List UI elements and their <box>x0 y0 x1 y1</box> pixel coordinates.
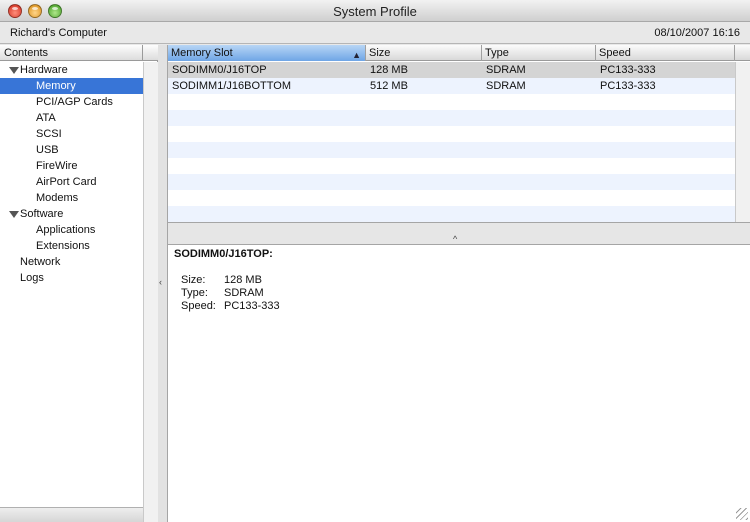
sidebar-item-ata[interactable]: ATA <box>0 110 143 126</box>
contents-header[interactable]: Contents <box>0 45 158 61</box>
sidebar-item-label: USB <box>36 144 59 156</box>
table-row[interactable]: SODIMM0/J16TOP 128 MB SDRAM PC133-333 <box>168 62 735 78</box>
sidebar-item-modems[interactable]: Modems <box>0 190 143 206</box>
sidebar-item-label: ATA <box>36 112 56 124</box>
sidebar-item-label: Extensions <box>36 240 90 252</box>
sidebar-item-applications[interactable]: Applications <box>0 222 143 238</box>
column-header-label: Type <box>485 47 509 59</box>
column-header-type[interactable]: Type <box>482 45 596 61</box>
property-key: Speed: <box>181 300 216 312</box>
sidebar-item-airport-card[interactable]: AirPort Card <box>0 174 143 190</box>
table-cell: SODIMM1/J16BOTTOM <box>172 80 291 92</box>
column-header-label: Size <box>369 47 391 59</box>
disclosure-triangle-icon[interactable] <box>9 211 19 218</box>
sidebar-item-logs[interactable]: Logs <box>0 270 143 286</box>
memory-table: Memory Slot ▲ Size Type Speed SODIMM0/J16TOP… <box>168 45 750 222</box>
sidebar-item-network[interactable]: Network <box>0 254 143 270</box>
table-cell: 512 MB <box>370 80 408 92</box>
contents-tree: Hardware Memory PCI/AGP Cards ATA SCSI USB Fir… <box>0 62 143 286</box>
sidebar-item-label: Hardware <box>20 64 68 76</box>
disclosure-triangle-icon[interactable] <box>9 67 19 74</box>
contents-sidebar: Contents Hardware Memory PCI/AGP Cards ATA S… <box>0 45 158 522</box>
sidebar-item-scsi[interactable]: SCSI <box>0 126 143 142</box>
sidebar-item-label: Logs <box>20 272 44 284</box>
table-cell: SDRAM <box>486 80 526 92</box>
column-header-label: Memory Slot <box>171 47 233 59</box>
column-header-size[interactable]: Size <box>366 45 482 61</box>
detail-pane: SODIMM0/J16TOP: Size: 128 MB Type: SDRAM Spe… <box>168 245 750 522</box>
contents-header-label: Contents <box>4 47 49 59</box>
table-row[interactable]: SODIMM1/J16BOTTOM 512 MB SDRAM PC133-333 <box>168 78 735 94</box>
table-row <box>168 126 735 142</box>
table-row <box>168 206 735 222</box>
sidebar-item-usb[interactable]: USB <box>0 142 143 158</box>
sidebar-item-pci-agp-cards[interactable]: PCI/AGP Cards <box>0 94 143 110</box>
table-cell: 128 MB <box>370 64 408 76</box>
computer-name: Richard's Computer <box>10 27 107 39</box>
sidebar-horizontal-scrollbar[interactable] <box>0 507 143 522</box>
info-bar: Richard's Computer 08/10/2007 16:16 <box>0 23 750 44</box>
detail-property: Speed: PC133-333 <box>181 300 280 312</box>
table-cell: SDRAM <box>486 64 526 76</box>
table-cell: SODIMM0/J16TOP <box>172 64 267 76</box>
property-value: PC133-333 <box>224 300 280 312</box>
sidebar-item-extensions[interactable]: Extensions <box>0 238 143 254</box>
sidebar-item-firewire[interactable]: FireWire <box>0 158 143 174</box>
table-row <box>168 174 735 190</box>
sidebar-item-memory[interactable]: Memory <box>0 78 143 94</box>
sidebar-item-label: AirPort Card <box>36 176 97 188</box>
column-header-speed[interactable]: Speed <box>596 45 735 61</box>
column-header-label: Speed <box>599 47 631 59</box>
column-divider <box>142 45 143 61</box>
table-row <box>168 142 735 158</box>
sidebar-item-label: FireWire <box>36 160 78 172</box>
table-row <box>168 94 735 110</box>
collapse-detail-icon[interactable]: ^ <box>453 234 457 244</box>
table-row <box>168 158 735 174</box>
sidebar-item-label: Software <box>20 208 64 220</box>
sidebar-item-software[interactable]: Software <box>0 206 143 222</box>
column-header-memory-slot[interactable]: Memory Slot ▲ <box>168 45 366 61</box>
detail-title: SODIMM0/J16TOP: <box>174 248 273 260</box>
report-datetime: 08/10/2007 16:16 <box>654 27 740 39</box>
property-value: 128 MB <box>224 274 262 286</box>
sort-ascending-icon: ▲ <box>352 50 361 60</box>
title-bar: System Profile <box>0 0 750 22</box>
property-key: Size: <box>181 274 206 286</box>
sidebar-item-label: Applications <box>36 224 96 236</box>
sidebar-item-label: Network <box>20 256 61 268</box>
sidebar-item-label: Modems <box>36 192 79 204</box>
collapse-sidebar-icon[interactable]: ‹ <box>159 277 162 287</box>
table-body: SODIMM0/J16TOP 128 MB SDRAM PC133-333 SODIMM… <box>168 62 735 222</box>
sidebar-item-label: SCSI <box>36 128 62 140</box>
sidebar-item-label: PCI/AGP Cards <box>36 96 113 108</box>
table-header: Memory Slot ▲ Size Type Speed <box>168 45 750 61</box>
horizontal-splitter[interactable]: ^ <box>168 222 750 245</box>
resize-grip[interactable] <box>736 508 748 520</box>
detail-property: Type: SDRAM <box>181 287 264 299</box>
sidebar-item-label: Memory <box>36 80 76 92</box>
property-value: SDRAM <box>224 287 264 299</box>
property-key: Type: <box>181 287 208 299</box>
detail-property: Size: 128 MB <box>181 274 262 286</box>
table-scrollbar[interactable] <box>735 62 750 222</box>
table-cell: PC133-333 <box>600 64 656 76</box>
table-row <box>168 190 735 206</box>
vertical-splitter[interactable]: ‹ <box>158 45 168 522</box>
table-cell: PC133-333 <box>600 80 656 92</box>
table-row <box>168 110 735 126</box>
window-title: System Profile <box>333 4 417 19</box>
sidebar-item-hardware[interactable]: Hardware <box>0 62 143 78</box>
sidebar-scrollbar[interactable] <box>143 62 158 522</box>
